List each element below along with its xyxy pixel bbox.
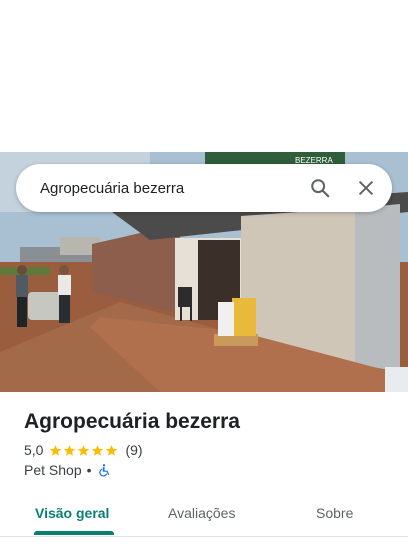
close-button[interactable] (346, 168, 386, 208)
place-category: Pet Shop (24, 462, 82, 478)
search-input[interactable]: Agropecuária bezerra (16, 180, 300, 197)
search-icon (311, 179, 330, 198)
star-rating (49, 444, 119, 457)
star-icon (50, 444, 62, 456)
star-icon (78, 444, 90, 456)
review-count[interactable]: (9) (125, 442, 142, 458)
separator-dot: • (86, 462, 92, 478)
place-tabs: Visão geral Avaliações Sobre (0, 496, 408, 537)
active-tab-indicator (34, 531, 114, 535)
tab-about[interactable]: Sobre (316, 496, 353, 534)
category-row: Pet Shop • (24, 462, 392, 478)
rating-value: 5,0 (24, 442, 44, 458)
rating-row[interactable]: 5,0 (9) (24, 442, 392, 458)
star-icon (64, 444, 76, 456)
tab-overview[interactable]: Visão geral (35, 496, 109, 534)
place-info: Agropecuária bezerra 5,0 (9) Pet Shop • (24, 408, 392, 478)
star-icon (106, 444, 118, 456)
tab-reviews[interactable]: Avaliações (168, 496, 235, 534)
search-bar[interactable]: Agropecuária bezerra (16, 164, 392, 212)
wheelchair-accessible-icon (98, 464, 109, 477)
search-button[interactable] (300, 168, 340, 208)
close-icon (359, 181, 373, 195)
place-name: Agropecuária bezerra (24, 410, 240, 433)
star-icon (92, 444, 104, 456)
